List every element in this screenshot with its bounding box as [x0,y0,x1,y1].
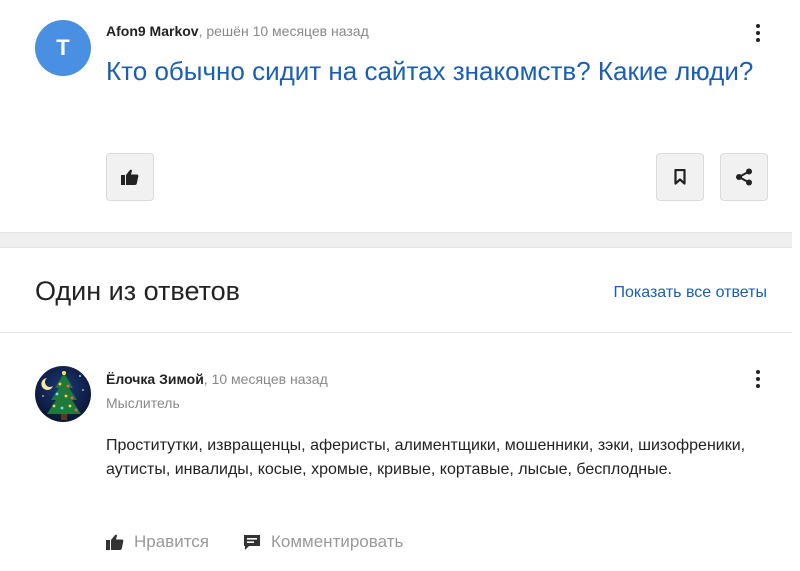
bookmark-button[interactable] [656,153,704,201]
thumb-up-icon [121,169,139,185]
answer-author-avatar[interactable] [35,366,91,422]
answer-more-icon[interactable] [750,369,766,389]
comment-icon [244,534,260,550]
question-author-avatar[interactable]: T [35,20,91,76]
question-card: T Afon9 Markov, решён 10 месяцев назад К… [0,0,792,232]
answer-comment-action[interactable]: Комментировать [243,532,403,552]
question-more-icon[interactable] [750,23,766,43]
answer-time: , 10 месяцев назад [203,371,328,387]
show-all-answers-link[interactable]: Показать все ответы [613,284,767,302]
question-status-time: , решён 10 месяцев назад [198,23,369,39]
section-divider [0,232,792,248]
answers-header: Один из ответов Показать все ответы [0,248,792,333]
share-button[interactable] [720,153,768,201]
like-button[interactable] [106,153,154,201]
answers-section-title: Один из ответов [35,276,240,306]
question-title: Кто обычно сидит на сайтах знакомств? Ка… [106,56,754,86]
answer-like-action[interactable]: Нравится [106,532,209,552]
bookmark-icon [674,169,686,185]
question-meta: Afon9 Markov, решён 10 месяцев назад [106,23,369,39]
share-icon [736,168,752,186]
answer-author-rank: Мыслитель [106,395,180,411]
answer-meta: Ёлочка Зимой, 10 месяцев назад [106,371,328,387]
answer-comment-label: Комментировать [271,532,404,551]
question-author-name[interactable]: Afon9 Markov [106,23,199,39]
answer-like-label: Нравится [134,532,210,551]
thumb-up-icon [106,534,124,550]
answer-author-name[interactable]: Ёлочка Зимой [106,371,204,387]
answer-text: Проститутки, извращенцы, аферисты, алиме… [106,437,746,478]
